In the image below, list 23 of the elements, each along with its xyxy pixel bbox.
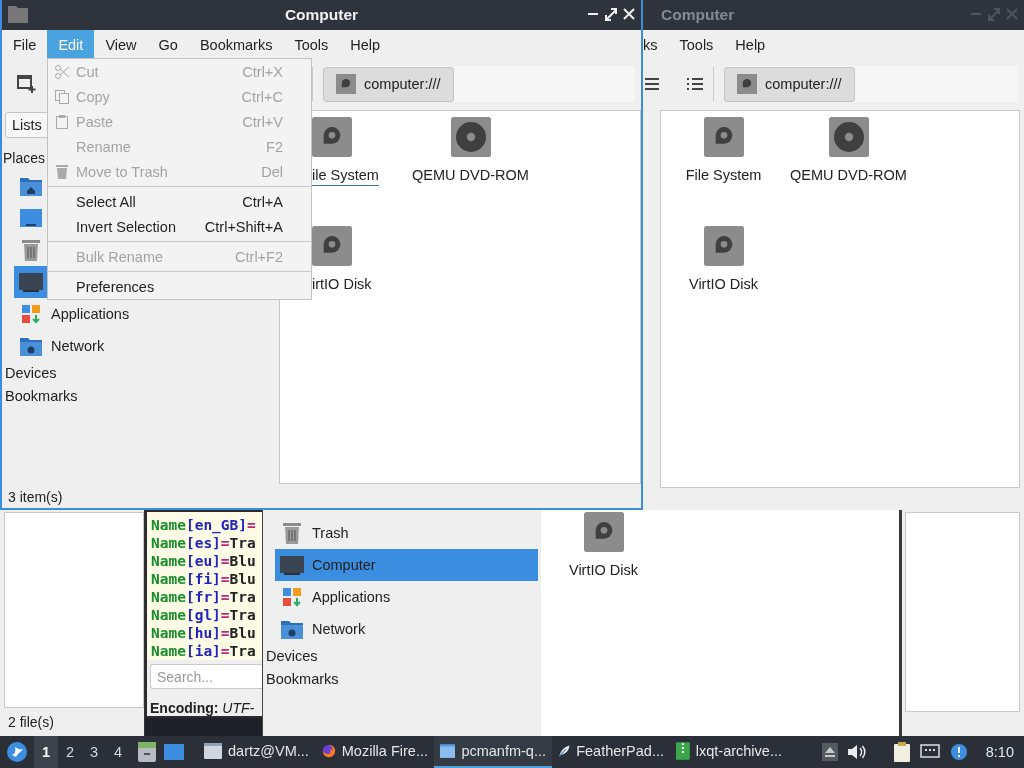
shortcut-text: Del xyxy=(261,163,283,180)
window-title: Computer xyxy=(284,6,359,24)
status-text: 2 file(s) xyxy=(7,713,55,732)
shortcut-text: Ctrl+F2 xyxy=(235,248,283,265)
shortcut-text: Ctrl+C xyxy=(241,88,283,105)
shortcut-text: Ctrl+Shift+A xyxy=(204,218,283,235)
clock: 8:10 xyxy=(985,744,1014,760)
code-line: Name[fi]=Blu xyxy=(151,570,257,588)
shortcut-text: Ctrl+V xyxy=(242,113,283,130)
status-text: 3 item(s) xyxy=(7,488,64,507)
code-line: Name[hu]=Blu xyxy=(151,624,257,642)
section-heading: Places xyxy=(2,149,47,168)
code-line: Name[gl]=Tra xyxy=(151,606,257,624)
code-line: Name[es]=Tra xyxy=(151,534,257,552)
code-line: Name[ia]=Tra xyxy=(151,642,257,660)
encoding-label: Encoding: UTF- xyxy=(149,699,256,716)
shortcut-text: Ctrl+X xyxy=(242,63,283,80)
shortcut-text: F2 xyxy=(266,138,283,155)
shortcut-text: Ctrl+A xyxy=(242,193,283,210)
code-line: Name[eu]=Blu xyxy=(151,552,257,570)
code-line: Name[fr]=Tra xyxy=(151,588,257,606)
window-title: Computer xyxy=(661,6,735,24)
code-line: Name[en_GB]= xyxy=(151,516,257,534)
